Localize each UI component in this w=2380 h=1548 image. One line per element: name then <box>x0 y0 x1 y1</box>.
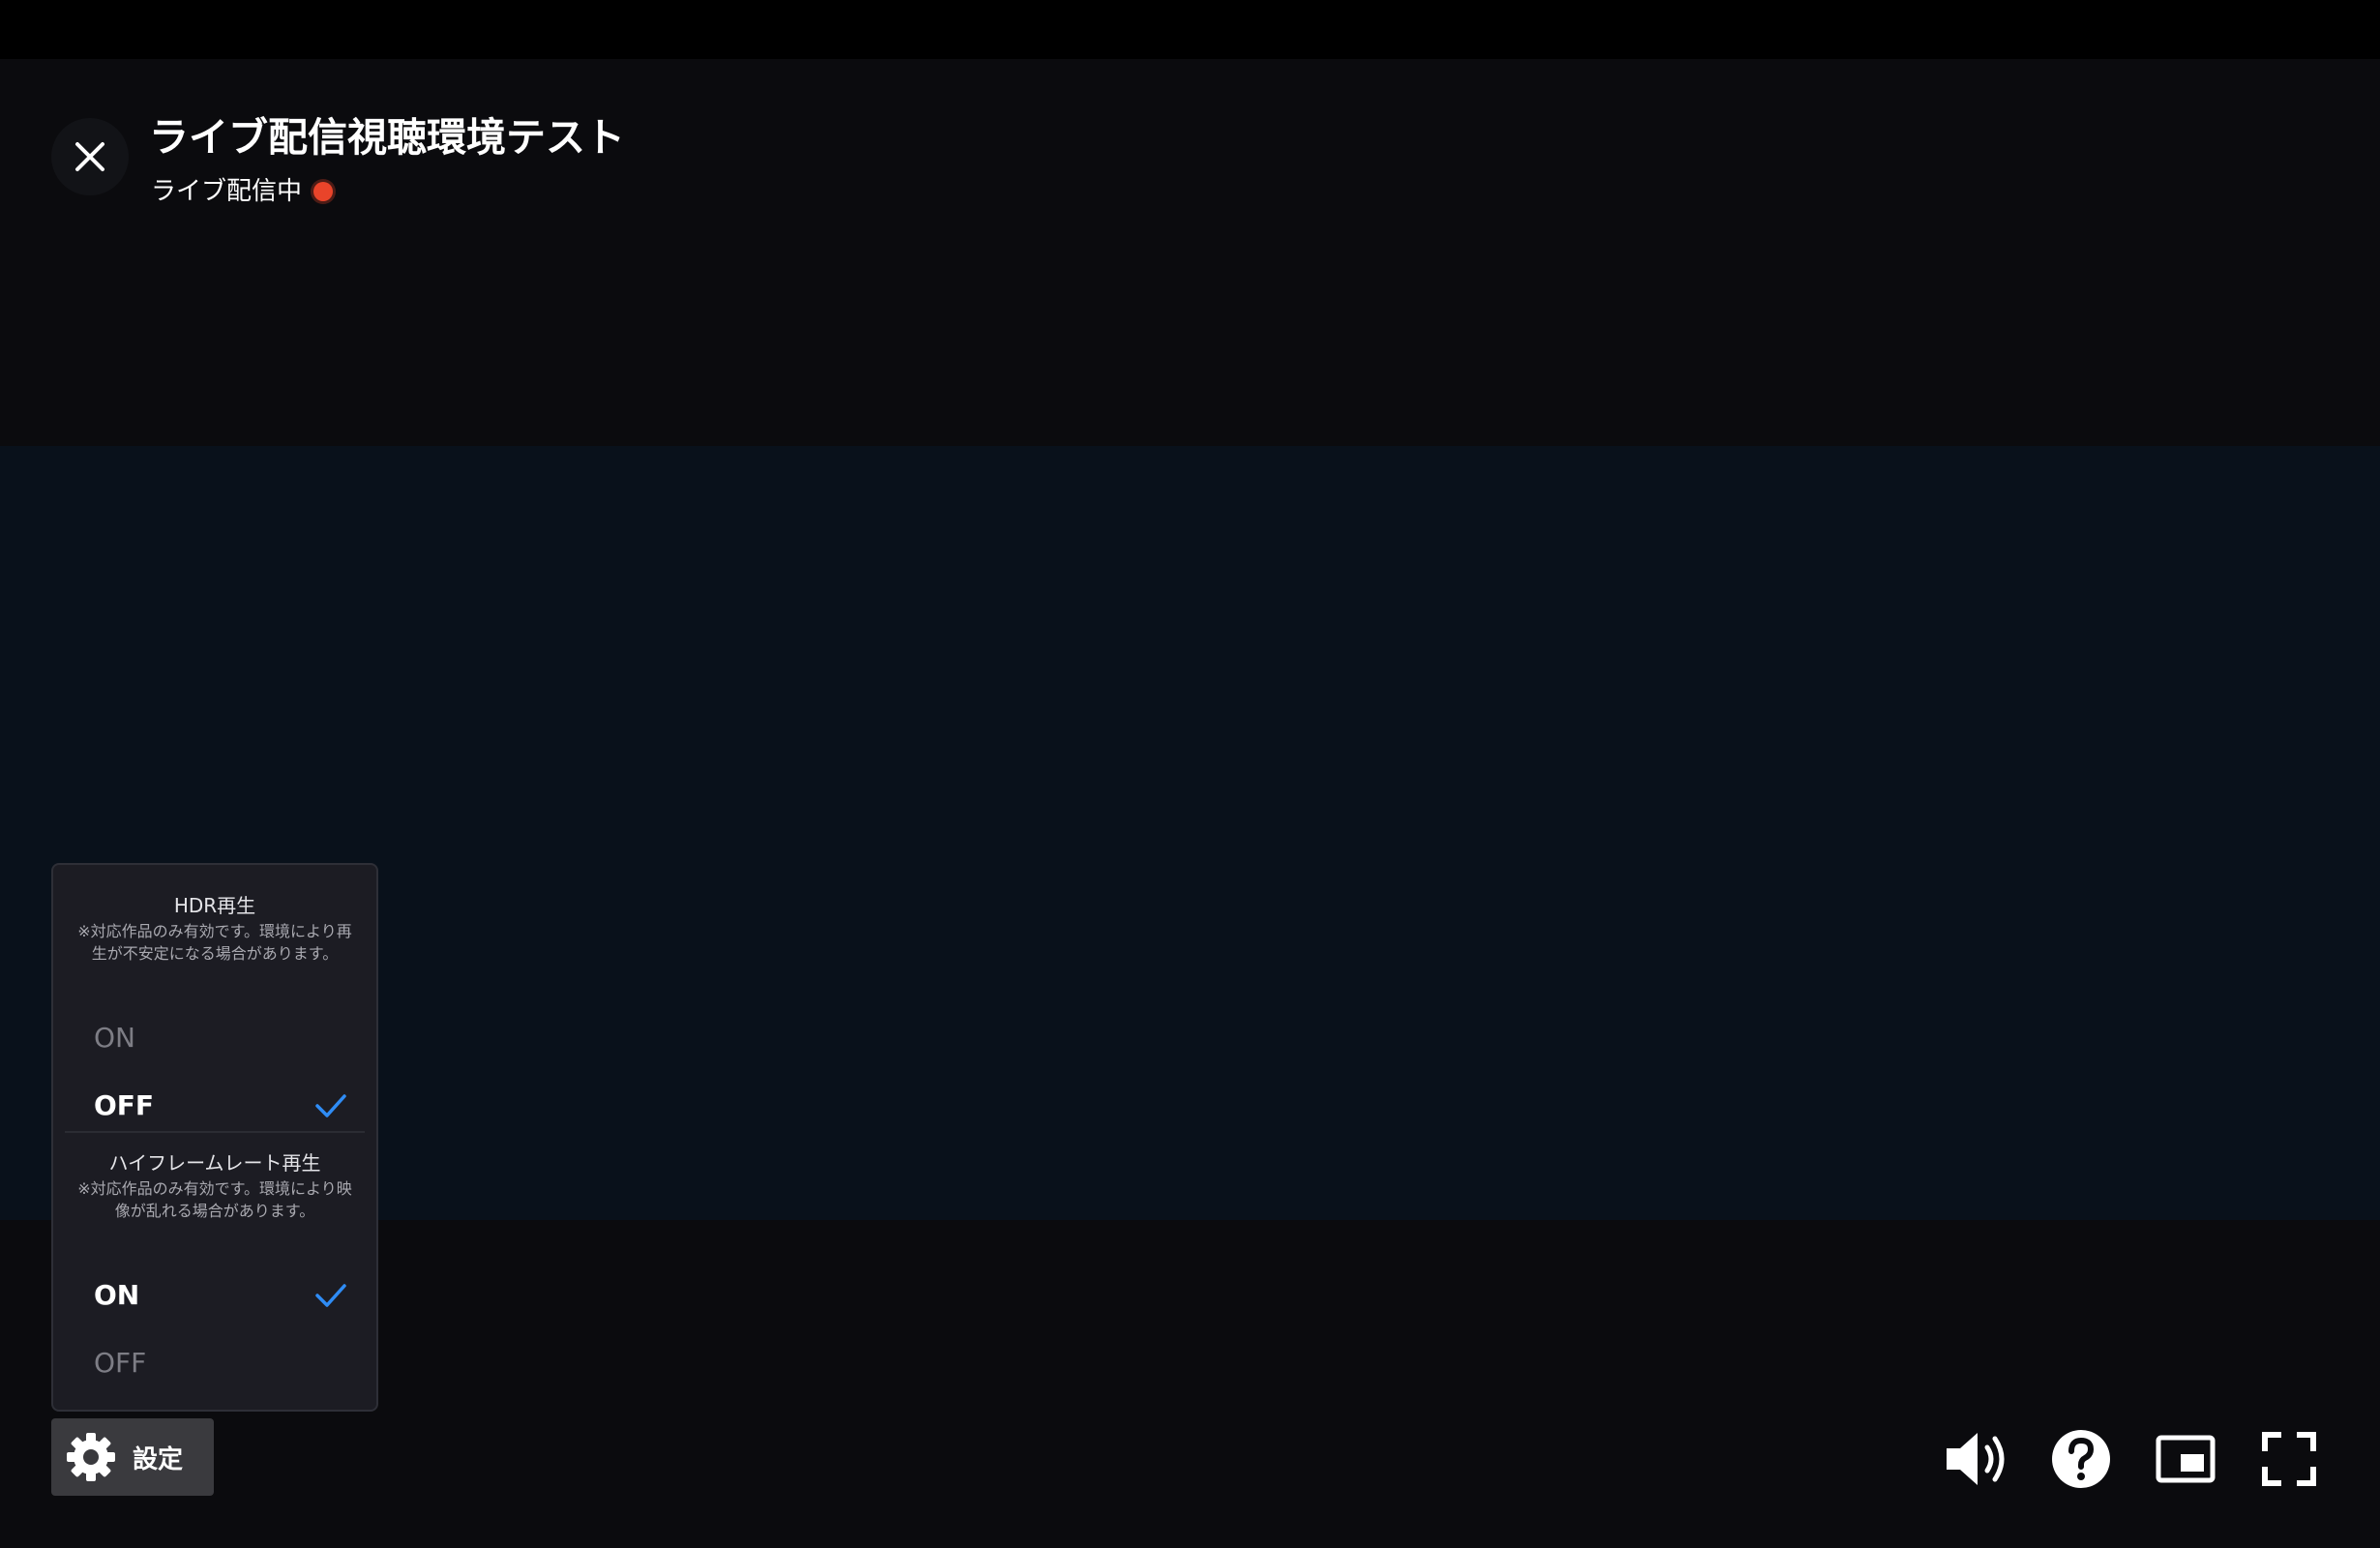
fullscreen-icon <box>2262 1432 2316 1486</box>
hdr-option-on[interactable]: ON <box>53 1007 376 1069</box>
hdr-option-off[interactable]: OFF <box>53 1075 376 1137</box>
close-icon <box>75 142 104 171</box>
gear-icon <box>67 1433 115 1481</box>
hdr-option-off-label: OFF <box>94 1089 155 1121</box>
hdr-option-on-label: ON <box>94 1022 135 1054</box>
hfr-section-title: ハイフレームレート再生 <box>108 1151 321 1175</box>
section-divider <box>65 1131 365 1133</box>
volume-icon <box>1947 1433 2005 1485</box>
hfr-option-on[interactable]: ON <box>53 1265 376 1326</box>
picture-in-picture-icon <box>2156 1435 2216 1483</box>
live-indicator-dot <box>313 182 334 201</box>
hdr-section: HDR再生 ※対応作品のみ有効です。環境により再生が不安定になる場合があります。 <box>53 891 376 965</box>
help-icon <box>2052 1430 2110 1488</box>
settings-button-label: 設定 <box>133 1444 184 1474</box>
checkmark-icon <box>315 1094 346 1117</box>
volume-button[interactable] <box>1938 1420 2015 1498</box>
hfr-option-on-label: ON <box>94 1279 140 1311</box>
hfr-section: ハイフレームレート再生 ※対応作品のみ有効です。環境により映像が乱れる場合があり… <box>53 1148 376 1222</box>
hfr-section-note: ※対応作品のみ有効です。環境により映像が乱れる場合があります。 <box>77 1179 352 1220</box>
top-black-bar <box>0 0 2380 59</box>
picture-in-picture-button[interactable] <box>2147 1420 2224 1498</box>
checkmark-icon <box>315 1284 346 1307</box>
fullscreen-button[interactable] <box>2250 1420 2328 1498</box>
help-button[interactable] <box>2042 1420 2120 1498</box>
page-title: ライブ配信視聴環境テスト <box>149 114 625 161</box>
live-status-label: ライブ配信中 <box>151 177 303 206</box>
hdr-section-title: HDR再生 <box>173 894 256 917</box>
close-button[interactable] <box>51 118 129 195</box>
hfr-option-off-label: OFF <box>94 1347 147 1379</box>
settings-panel: HDR再生 ※対応作品のみ有効です。環境により再生が不安定になる場合があります。… <box>51 863 378 1412</box>
hdr-section-note: ※対応作品のみ有効です。環境により再生が不安定になる場合があります。 <box>77 922 352 963</box>
live-status: ライブ配信中 <box>151 172 334 211</box>
hfr-option-off[interactable]: OFF <box>53 1332 376 1394</box>
settings-button[interactable]: 設定 <box>51 1418 214 1496</box>
